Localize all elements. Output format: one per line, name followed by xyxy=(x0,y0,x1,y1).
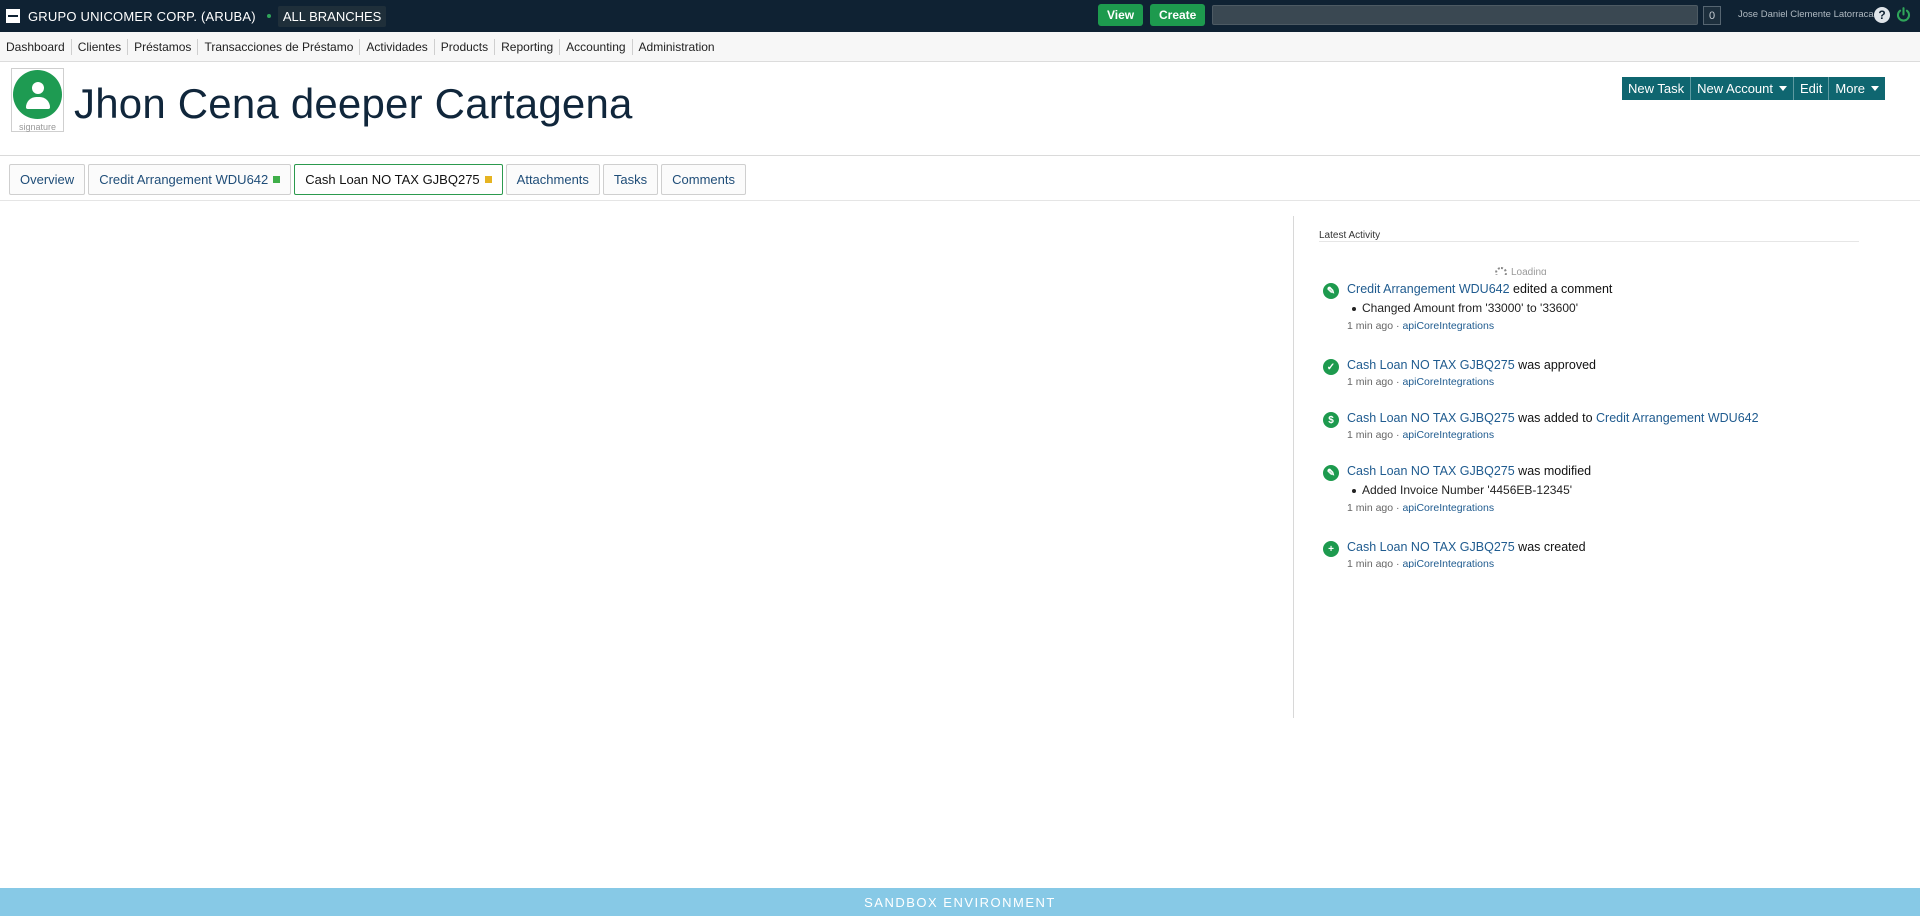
activity-user-link[interactable]: apiCoreIntegrations xyxy=(1402,558,1494,568)
plus-icon: + xyxy=(1323,541,1339,557)
activity-meta: 1 min ago · apiCoreIntegrations xyxy=(1347,502,1494,514)
activity-meta: 1 min ago · apiCoreIntegrations xyxy=(1347,320,1494,332)
search-input[interactable] xyxy=(1212,5,1698,25)
loading-indicator: Loading xyxy=(1495,267,1547,275)
company-name: GRUPO UNICOMER CORP. (ARUBA) xyxy=(28,8,256,24)
activity-meta: 1 min ago · apiCoreIntegrations xyxy=(1347,429,1494,441)
new-account-label: New Account xyxy=(1697,81,1773,96)
activity-feed: ✎ Credit Arrangement WDU642 edited a com… xyxy=(1323,280,1863,568)
user-icon xyxy=(13,70,62,119)
power-icon[interactable] xyxy=(1895,6,1912,23)
activity-meta: 1 min ago · apiCoreIntegrations xyxy=(1347,558,1494,568)
new-account-button[interactable]: New Account xyxy=(1691,77,1794,100)
branch-selector[interactable]: ALL BRANCHES xyxy=(277,5,387,27)
activity-user-link[interactable]: apiCoreIntegrations xyxy=(1402,429,1494,441)
activity-text: was approved xyxy=(1514,358,1596,372)
avatar[interactable]: signature xyxy=(11,68,64,132)
activity-link[interactable]: Credit Arrangement WDU642 xyxy=(1347,282,1510,296)
tab-strip: Overview Credit Arrangement WDU642 Cash … xyxy=(9,164,749,195)
menu-item-accounting[interactable]: Accounting xyxy=(560,38,633,55)
dollar-icon: $ xyxy=(1323,412,1339,428)
status-square-icon xyxy=(484,176,492,183)
client-header: signature Jhon Cena deeper Cartagena New… xyxy=(0,63,1920,156)
menu-item-transacciones[interactable]: Transacciones de Préstamo xyxy=(198,38,361,55)
activity-link-2[interactable]: Credit Arrangement WDU642 xyxy=(1596,411,1759,425)
page-title: Jhon Cena deeper Cartagena xyxy=(74,80,633,127)
tab-tasks[interactable]: Tasks xyxy=(602,164,659,195)
activity-time: 1 min ago · xyxy=(1347,502,1403,514)
branch-dot-icon xyxy=(266,14,271,18)
latest-activity-panel: Latest Activity Loading ✎ Credit Arrange… xyxy=(1293,216,1863,718)
activity-user-link[interactable]: apiCoreIntegrations xyxy=(1402,320,1494,332)
tab-cash-loan[interactable]: Cash Loan NO TAX GJBQ275 xyxy=(294,164,503,195)
menu-item-dashboard[interactable]: Dashboard xyxy=(0,38,72,55)
menu-item-prestamos[interactable]: Préstamos xyxy=(128,38,199,55)
tab-overview[interactable]: Overview xyxy=(9,164,86,195)
menu-item-administration[interactable]: Administration xyxy=(633,39,721,55)
tab-label: Cash Loan NO TAX GJBQ275 xyxy=(305,172,480,187)
menu-item-reporting[interactable]: Reporting xyxy=(495,38,561,55)
activity-link[interactable]: Cash Loan NO TAX GJBQ275 xyxy=(1347,358,1515,372)
activity-link[interactable]: Cash Loan NO TAX GJBQ275 xyxy=(1347,411,1515,425)
activity-time: 1 min ago · xyxy=(1347,558,1403,568)
pencil-icon: ✎ xyxy=(1323,283,1339,299)
tab-comments[interactable]: Comments xyxy=(661,164,747,195)
main-menu: Dashboard Clientes Préstamos Transaccion… xyxy=(0,32,1920,62)
divider xyxy=(0,200,1920,201)
chevron-down-icon xyxy=(1871,86,1880,91)
create-button[interactable]: Create xyxy=(1150,4,1206,26)
help-icon[interactable]: ? xyxy=(1874,7,1890,23)
activity-text: edited a comment xyxy=(1509,282,1613,296)
tab-credit-arrangement[interactable]: Credit Arrangement WDU642 xyxy=(88,164,292,195)
more-button[interactable]: More xyxy=(1829,77,1886,100)
divider xyxy=(1319,241,1859,242)
tab-label: Tasks xyxy=(613,172,648,187)
activity-time: 1 min ago · xyxy=(1347,376,1403,388)
view-button[interactable]: View xyxy=(1098,4,1144,26)
more-label: More xyxy=(1835,81,1866,96)
avatar-label: signature xyxy=(18,122,57,132)
activity-detail: Changed Amount from '33000' to '33600' xyxy=(1352,301,1578,315)
notification-count[interactable]: 0 xyxy=(1703,6,1721,25)
activity-user-link[interactable]: apiCoreIntegrations xyxy=(1402,376,1494,388)
tab-attachments[interactable]: Attachments xyxy=(505,164,600,195)
activity-time: 1 min ago · xyxy=(1347,320,1403,332)
pencil-icon: ✎ xyxy=(1323,465,1339,481)
menu-item-clientes[interactable]: Clientes xyxy=(72,38,129,55)
environment-banner: SANDBOX ENVIRONMENT xyxy=(0,888,1920,916)
activity-meta: 1 min ago · apiCoreIntegrations xyxy=(1347,376,1494,388)
activity-user-link[interactable]: apiCoreIntegrations xyxy=(1402,502,1494,514)
menu-item-products[interactable]: Products xyxy=(435,38,496,55)
activity-title: Latest Activity xyxy=(1319,230,1381,241)
logo-icon xyxy=(6,9,20,23)
environment-label: SANDBOX ENVIRONMENT xyxy=(864,894,1056,910)
activity-link[interactable]: Cash Loan NO TAX GJBQ275 xyxy=(1347,464,1515,478)
tab-label: Comments xyxy=(672,172,736,187)
menu-item-actividades[interactable]: Actividades xyxy=(360,38,435,55)
spinner-icon xyxy=(1495,267,1507,275)
activity-entry: + Cash Loan NO TAX GJBQ275 was created 1… xyxy=(1323,538,1863,568)
action-bar: New Task New Account Edit More xyxy=(1622,77,1886,100)
chevron-down-icon xyxy=(1779,86,1787,91)
activity-link[interactable]: Cash Loan NO TAX GJBQ275 xyxy=(1347,540,1515,554)
loading-text: Loading xyxy=(1511,267,1547,275)
tab-label: Credit Arrangement WDU642 xyxy=(99,172,269,187)
activity-detail: Added Invoice Number '4456EB-12345' xyxy=(1351,483,1573,497)
activity-text: was modified xyxy=(1514,464,1592,478)
tab-label: Overview xyxy=(20,172,75,187)
check-icon: ✓ xyxy=(1323,359,1339,375)
tab-label: Attachments xyxy=(516,172,589,187)
activity-text: was created xyxy=(1514,540,1586,554)
activity-text: was added to xyxy=(1514,411,1596,425)
status-square-icon xyxy=(273,176,281,183)
top-bar: GRUPO UNICOMER CORP. (ARUBA) ALL BRANCHE… xyxy=(0,0,1920,32)
activity-time: 1 min ago · xyxy=(1347,429,1403,441)
username[interactable]: Jose Daniel Clemente Latorraca xyxy=(1738,9,1874,20)
new-task-button[interactable]: New Task xyxy=(1622,77,1692,100)
edit-button[interactable]: Edit xyxy=(1794,77,1830,100)
